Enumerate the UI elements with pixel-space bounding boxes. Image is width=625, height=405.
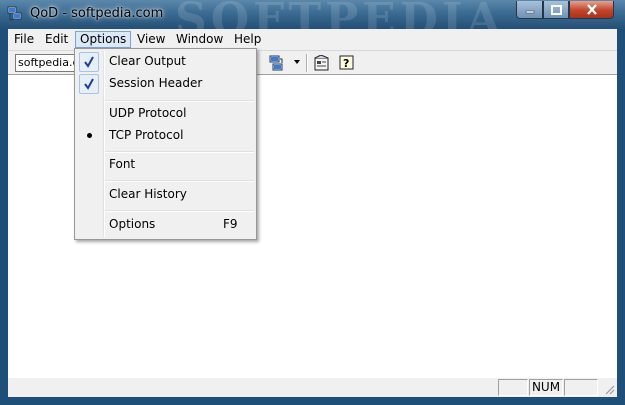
- menu-view[interactable]: View: [133, 31, 169, 48]
- properties-icon[interactable]: [314, 55, 330, 71]
- options-dropdown-menu: Clear Output Session Header UDP Protocol…: [74, 48, 257, 240]
- menu-item-clear-output[interactable]: Clear Output: [77, 51, 254, 73]
- menu-item-shortcut: F9: [223, 217, 238, 231]
- title-bar[interactable]: SOFTPEDIA QoD - softpedia.com: [0, 0, 625, 29]
- close-icon: [586, 4, 597, 15]
- menu-item-label: Session Header: [109, 76, 203, 90]
- menu-item-clear-history[interactable]: Clear History: [77, 184, 254, 206]
- window-title: QoD - softpedia.com: [30, 6, 164, 21]
- menu-separator: [105, 180, 254, 182]
- checkmark-box: [79, 74, 99, 94]
- menu-item-options[interactable]: Options F9: [77, 214, 254, 236]
- menu-file[interactable]: File: [10, 31, 38, 48]
- menu-item-label: Options: [109, 217, 156, 231]
- toolbar-separator: [306, 54, 308, 72]
- menu-item-label: Clear Output: [109, 54, 186, 68]
- maximize-icon: [550, 4, 562, 15]
- menu-separator: [105, 151, 254, 153]
- status-pane-caps: [498, 379, 528, 396]
- checkmark-icon: [84, 56, 94, 68]
- host-input[interactable]: softpedia.co: [15, 54, 79, 72]
- minimize-button[interactable]: [516, 1, 543, 19]
- help-icon[interactable]: ?: [339, 55, 355, 71]
- menu-edit[interactable]: Edit: [41, 31, 72, 48]
- menu-item-session-header[interactable]: Session Header: [77, 73, 254, 95]
- checkmark-box: [79, 52, 99, 72]
- radio-bullet-icon: [87, 133, 92, 138]
- title-watermark: SOFTPEDIA: [175, 0, 505, 29]
- status-pane-scroll: [564, 379, 598, 396]
- minimize-icon: [525, 10, 534, 13]
- app-window: SOFTPEDIA QoD - softpedia.com File Edit …: [0, 0, 625, 405]
- menu-item-tcp-protocol[interactable]: TCP Protocol: [77, 125, 254, 147]
- menu-item-udp-protocol[interactable]: UDP Protocol: [77, 103, 254, 125]
- menu-item-label: TCP Protocol: [109, 128, 184, 142]
- menu-item-label: UDP Protocol: [109, 106, 187, 120]
- menu-options[interactable]: Options: [75, 31, 132, 48]
- status-bar: NUM: [8, 378, 617, 397]
- menu-separator: [105, 100, 254, 102]
- maximize-button[interactable]: [543, 1, 569, 19]
- chevron-down-icon[interactable]: [294, 60, 300, 64]
- checkmark-icon: [84, 78, 94, 90]
- menu-separator: [105, 210, 254, 212]
- svg-text:?: ?: [343, 57, 349, 70]
- app-icon: [7, 6, 22, 21]
- menu-item-label: Clear History: [109, 187, 187, 201]
- resize-grip-icon[interactable]: [603, 383, 615, 395]
- menu-item-label: Font: [109, 157, 136, 171]
- status-pane-num: NUM: [529, 379, 563, 396]
- menu-help[interactable]: Help: [230, 31, 265, 48]
- network-dropdown-icon[interactable]: [268, 55, 284, 71]
- menu-bar: File Edit Options View Window Help: [8, 29, 617, 50]
- menu-item-font[interactable]: Font: [77, 154, 254, 176]
- menu-window[interactable]: Window: [172, 31, 227, 48]
- close-button[interactable]: [569, 1, 614, 19]
